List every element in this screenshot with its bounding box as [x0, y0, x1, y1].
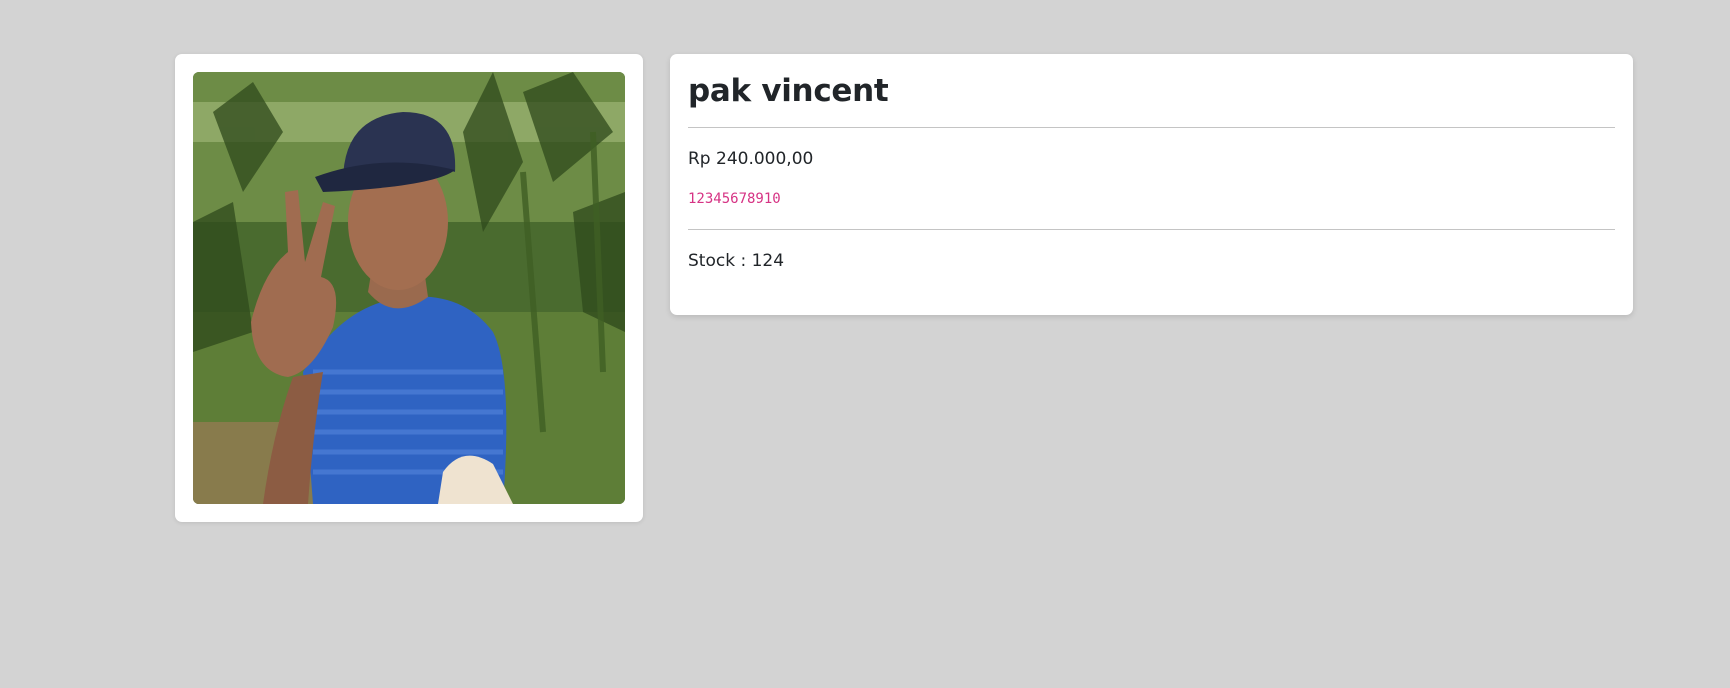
product-photo: [193, 72, 625, 504]
divider-top: [688, 127, 1615, 128]
product-code: 12345678910: [688, 191, 781, 207]
product-name: pak vincent: [688, 73, 889, 109]
divider-bottom: [688, 229, 1615, 230]
product-image-card: [175, 54, 643, 522]
product-detail-card: pak vincent Rp 240.000,00 12345678910 St…: [670, 54, 1633, 315]
product-price: Rp 240.000,00: [688, 149, 814, 169]
product-stock: Stock : 124: [688, 251, 785, 271]
